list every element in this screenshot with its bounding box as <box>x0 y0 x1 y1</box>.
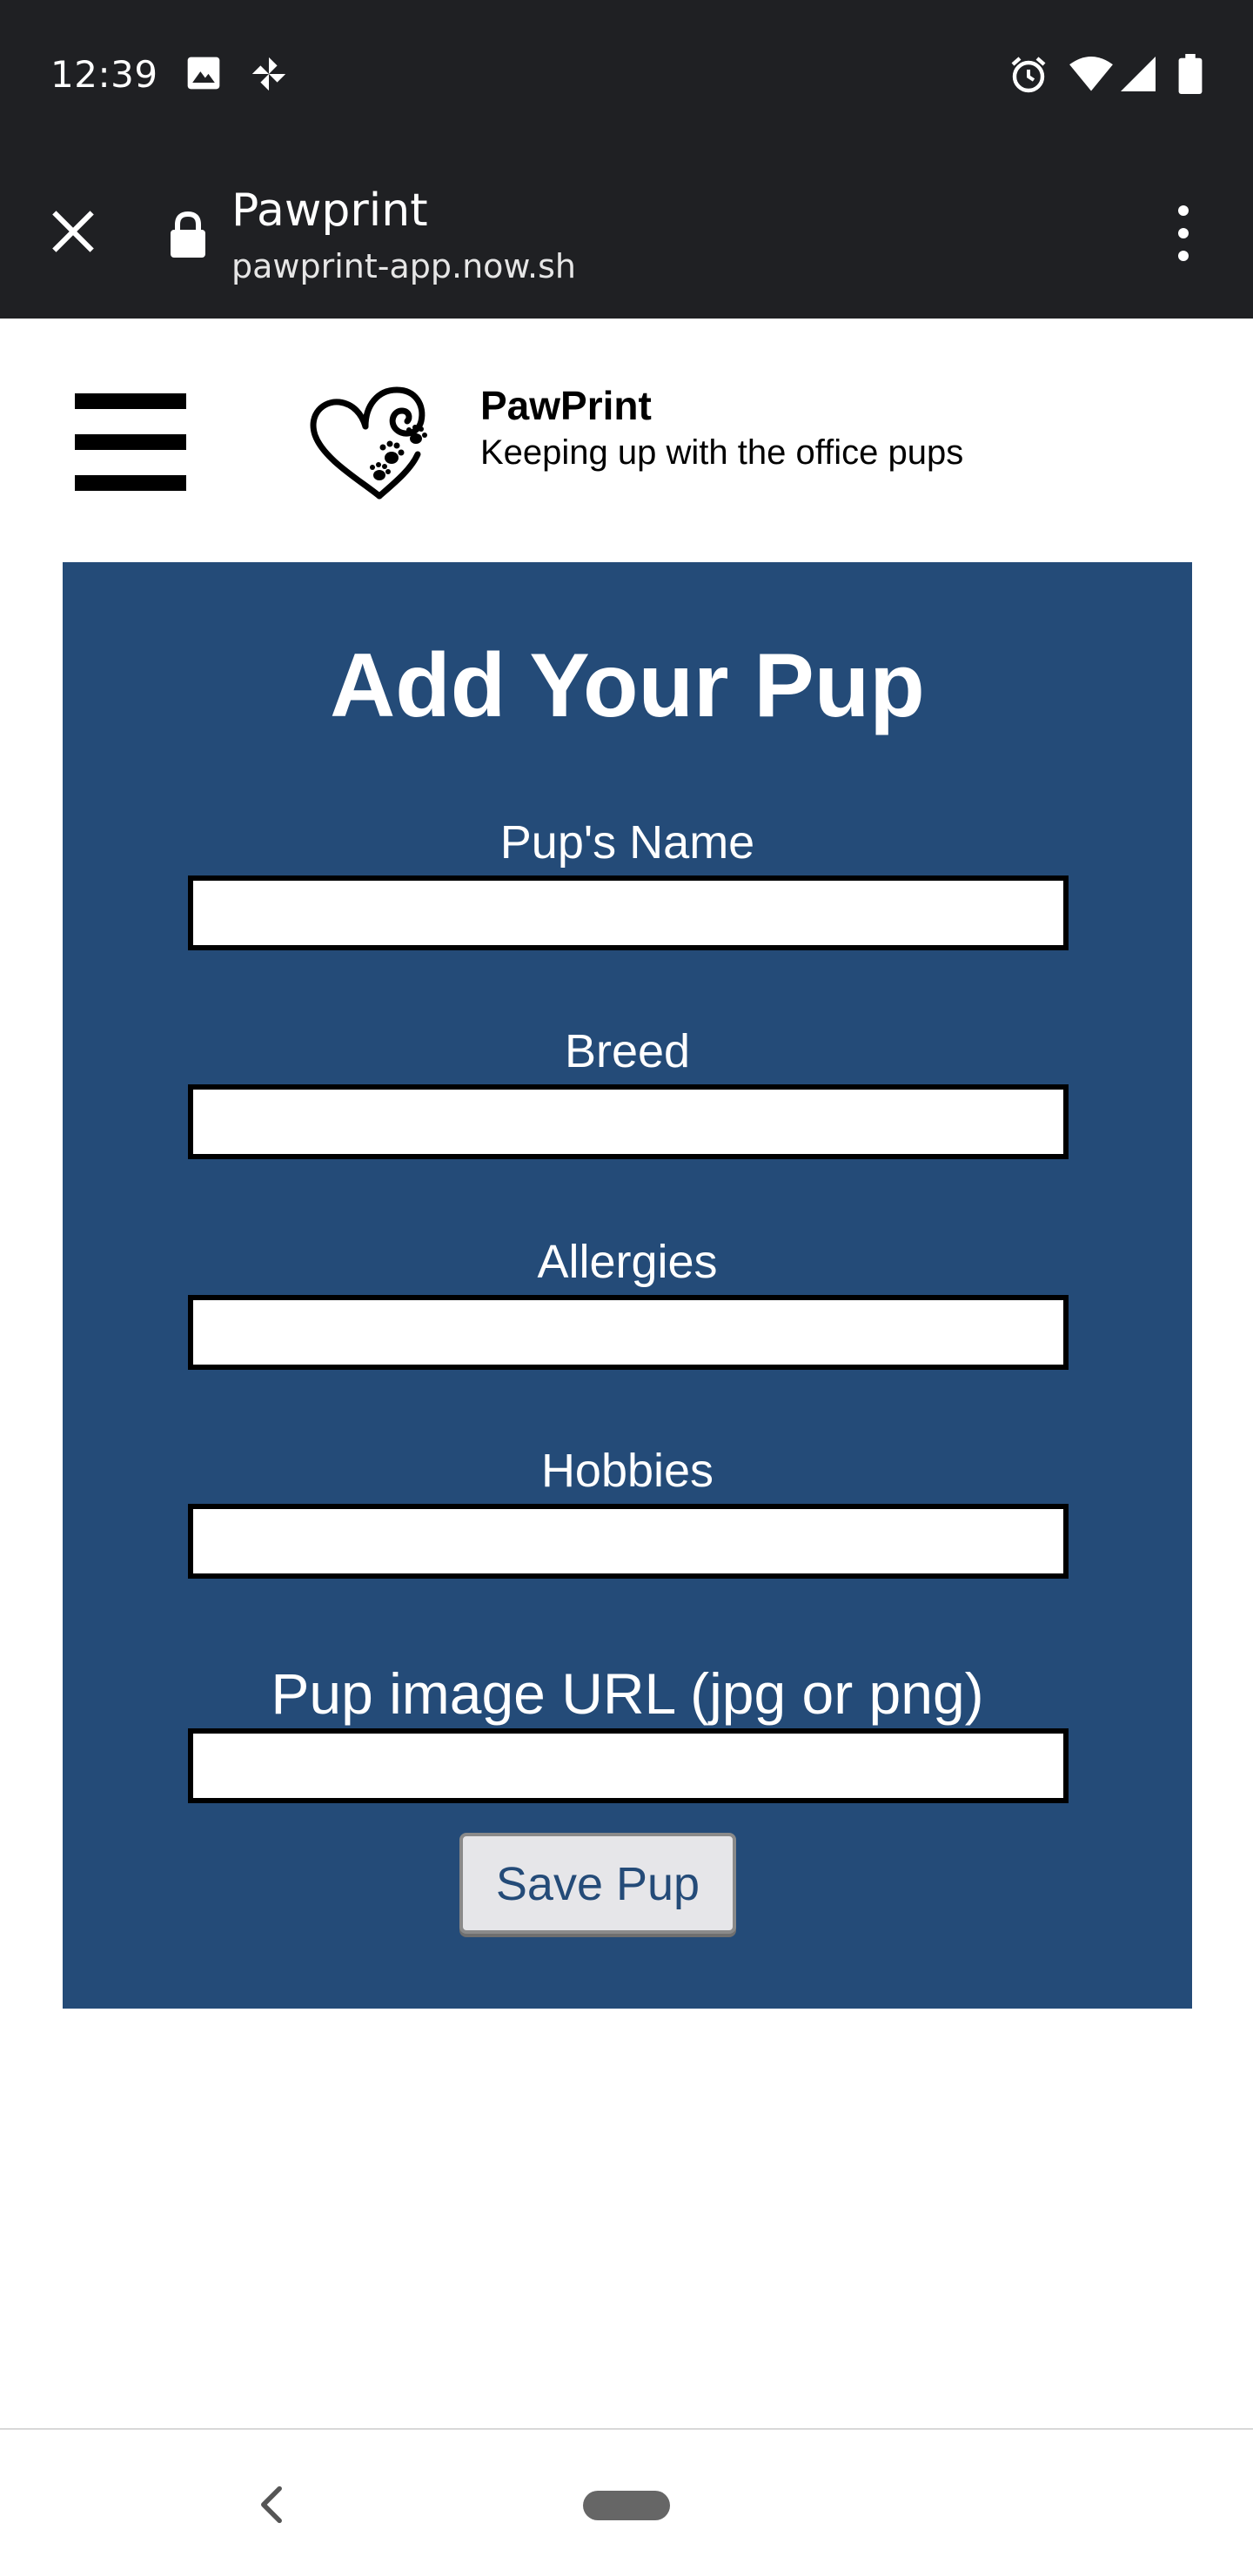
page-title: Pawprint <box>231 184 428 237</box>
hobbies-label: Hobbies <box>540 1445 714 1497</box>
save-pup-button[interactable]: Save Pup <box>459 1833 736 1934</box>
image-icon <box>184 54 223 96</box>
breed-label: Breed <box>564 1025 691 1077</box>
brand-name: PawPrint <box>480 383 652 428</box>
system-nav-bar <box>0 2428 1253 2576</box>
site-header: PawPrint Keeping up with the office pups <box>0 319 1253 562</box>
page-url[interactable]: pawprint-app.now.sh <box>231 245 576 287</box>
browser-toolbar: Pawprint pawprint-app.now.sh <box>0 148 1253 319</box>
menu-dot <box>1178 251 1189 261</box>
alarm-icon <box>1008 54 1049 99</box>
form-title: Add Your Pup <box>330 635 925 736</box>
status-time: 12:39 <box>50 53 158 96</box>
menu-dot <box>1178 228 1189 238</box>
pinwheel-icon <box>249 54 289 97</box>
pup-name-label: Pup's Name <box>499 816 755 869</box>
signal-icon <box>1119 54 1157 97</box>
status-bar: 12:39 <box>0 0 1253 148</box>
brand-tagline: Keeping up with the office pups <box>480 433 964 472</box>
more-vert-icon[interactable] <box>1152 191 1215 275</box>
image-url-label: Pup image URL (jpg or png) <box>271 1661 984 1726</box>
allergies-input[interactable] <box>188 1295 1069 1370</box>
battery-icon <box>1178 54 1203 97</box>
home-pill[interactable] <box>583 2491 670 2520</box>
hobbies-input[interactable] <box>188 1504 1069 1579</box>
menu-dot <box>1178 205 1189 216</box>
hamburger-menu-icon[interactable] <box>75 393 186 491</box>
wifi-icon <box>1069 54 1114 97</box>
hamburger-bar <box>75 475 186 491</box>
close-icon[interactable] <box>38 197 108 266</box>
heart-paw-logo[interactable] <box>308 374 439 505</box>
add-pup-form: Add Your Pup Pup's Name Breed Allergies … <box>63 562 1192 2009</box>
allergies-label: Allergies <box>537 1236 718 1288</box>
breed-input[interactable] <box>188 1084 1069 1159</box>
hamburger-bar <box>75 434 186 450</box>
pup-name-input[interactable] <box>188 875 1069 950</box>
lock-icon[interactable] <box>169 211 207 259</box>
back-icon[interactable] <box>244 2470 299 2539</box>
image-url-input[interactable] <box>188 1728 1069 1803</box>
hamburger-bar <box>75 393 186 409</box>
